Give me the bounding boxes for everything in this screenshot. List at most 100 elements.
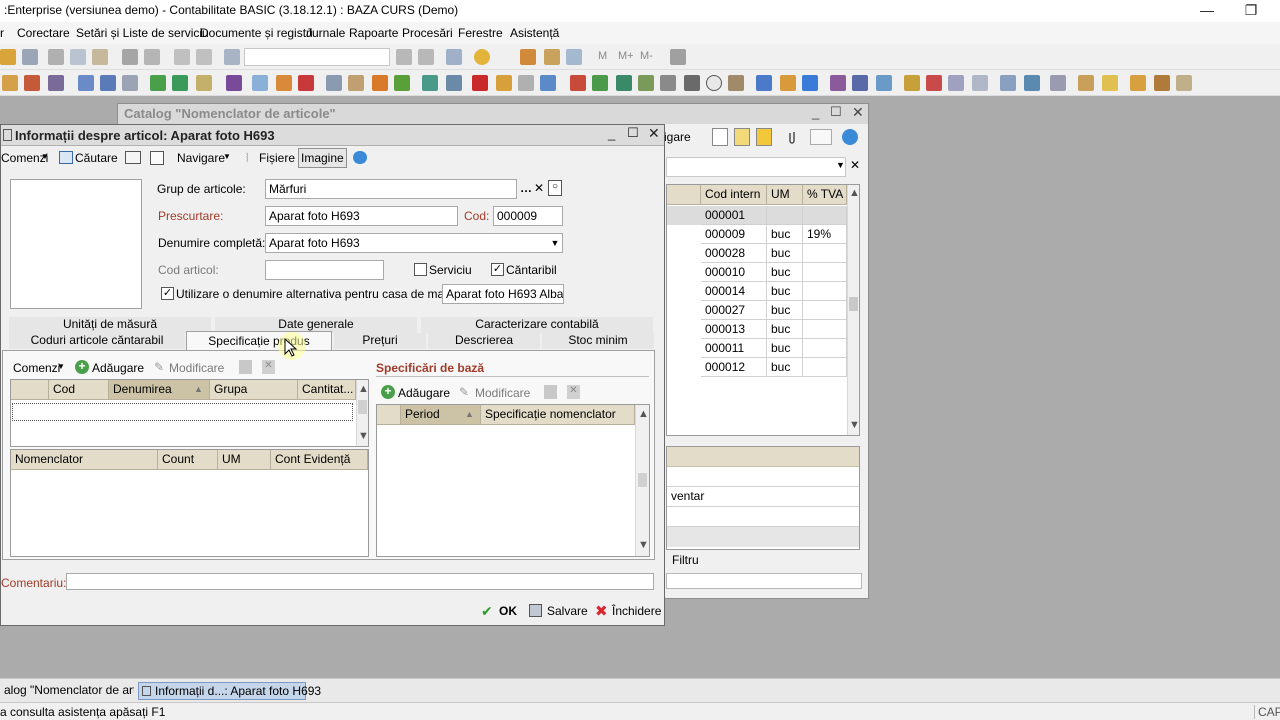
- column-header-count[interactable]: Count: [158, 450, 218, 470]
- catalog-navigate-button[interactable]: igare: [664, 130, 691, 144]
- image-button[interactable]: Imagine: [298, 148, 347, 168]
- copy-icon[interactable]: [70, 49, 86, 65]
- toolbar2-icon-27[interactable]: [638, 75, 654, 91]
- filter-tab[interactable]: Filtru: [672, 553, 699, 567]
- scroll-thumb[interactable]: [638, 473, 647, 487]
- toolbar2-icon-42[interactable]: [1000, 75, 1016, 91]
- right-copy-icon[interactable]: [544, 385, 557, 399]
- memory-plus-button[interactable]: M+: [618, 50, 634, 62]
- help-bubble-icon[interactable]: [842, 129, 858, 145]
- catalog-close-icon[interactable]: ✕: [852, 104, 864, 121]
- column-header-cod[interactable]: Cod: [49, 380, 109, 400]
- left-modify-button[interactable]: Modificare: [169, 361, 224, 375]
- table-row[interactable]: 000001: [667, 206, 847, 225]
- comment-field[interactable]: [66, 573, 654, 590]
- files-button[interactable]: Fișiere: [259, 151, 295, 165]
- memory-m-button[interactable]: M: [598, 50, 607, 62]
- menu-item-r[interactable]: r: [0, 26, 4, 40]
- navigate-menu-button[interactable]: Navigare: [177, 151, 225, 165]
- edit-pencil-icon[interactable]: ✎: [459, 385, 469, 399]
- tab-weighable-codes[interactable]: Coduri articole căntarabil: [9, 333, 185, 349]
- table-row[interactable]: 000012 buc: [667, 358, 847, 377]
- toolbar2-icon-49[interactable]: [1176, 75, 1192, 91]
- tools-icon[interactable]: [670, 49, 686, 65]
- toolbar2-icon-7[interactable]: [150, 75, 166, 91]
- toolbar2-icon-29[interactable]: [684, 75, 700, 91]
- article-code-field[interactable]: [265, 260, 384, 280]
- toolbar2-icon-43[interactable]: [1024, 75, 1040, 91]
- catalog-filter-clear-icon[interactable]: ✕: [850, 158, 860, 172]
- toolbar2-icon-3[interactable]: [48, 75, 64, 91]
- find-icon[interactable]: [224, 49, 240, 65]
- base-spec-scrollbar[interactable]: ▲ ▼: [635, 405, 649, 556]
- toolbar2-icon-1[interactable]: [2, 75, 18, 91]
- table-row[interactable]: 000013 buc: [667, 320, 847, 339]
- full-name-field[interactable]: Aparat foto H693: [265, 233, 563, 253]
- left-copy-icon[interactable]: [239, 360, 252, 374]
- report-icon[interactable]: [810, 129, 832, 145]
- hierarchy-icon[interactable]: [734, 128, 750, 146]
- users-icon[interactable]: [566, 49, 582, 65]
- right-add-button[interactable]: Adăugare: [398, 386, 450, 400]
- alt-name-field[interactable]: Aparat foto H693 Albastru: [442, 284, 564, 304]
- toolbar2-icon-47[interactable]: [1130, 75, 1146, 91]
- toolbar2-icon-9[interactable]: [196, 75, 212, 91]
- table-row[interactable]: 000009 buc 19%: [667, 225, 847, 244]
- code-field[interactable]: 000009: [493, 206, 563, 226]
- tab-accounting[interactable]: Caracterizare contabilă: [421, 317, 653, 333]
- tree-view-icon[interactable]: [712, 128, 728, 146]
- taskbar-item-catalog[interactable]: alog "Nomenclator de arti...: [0, 682, 134, 700]
- column-header-lower-um[interactable]: UM: [218, 450, 271, 470]
- toolbar2-icon-46[interactable]: [1102, 75, 1118, 91]
- toolbar2-icon-12[interactable]: [276, 75, 292, 91]
- left-delete-icon[interactable]: ✕: [262, 360, 275, 374]
- toolbar2-icon-22[interactable]: [518, 75, 534, 91]
- catalog-lower-row[interactable]: ventar: [667, 487, 859, 507]
- scroll-thumb[interactable]: [358, 400, 367, 414]
- catalog-footer-field[interactable]: [666, 573, 862, 589]
- print-preview-icon[interactable]: [144, 49, 160, 65]
- alt-name-checkbox[interactable]: ✓: [161, 287, 174, 300]
- article-dialog-caption[interactable]: Informații despre articol: Aparat foto H…: [1, 125, 664, 146]
- attachment-icon[interactable]: [786, 129, 798, 145]
- full-name-dropdown-icon[interactable]: ▼: [548, 235, 562, 251]
- search-prev-icon[interactable]: [418, 49, 434, 65]
- add-icon[interactable]: +: [381, 385, 395, 399]
- catalog-maximize-icon[interactable]: ☐: [830, 104, 842, 120]
- table-row[interactable]: 000010 buc: [667, 263, 847, 282]
- toolbar2-icon-21[interactable]: [496, 75, 512, 91]
- toolbar2-icon-2[interactable]: [24, 75, 40, 91]
- catalog-grid-scrollbar[interactable]: ▲ ▼: [847, 185, 860, 435]
- menu-item-documente[interactable]: Documente și registri: [200, 26, 313, 40]
- dialog-maximize-icon[interactable]: ☐: [627, 125, 639, 141]
- toolbar2-icon-36[interactable]: [852, 75, 868, 91]
- clock-icon[interactable]: [706, 75, 722, 91]
- menu-item-asistenta[interactable]: Asistență: [510, 26, 559, 40]
- tab-description[interactable]: Descrierea: [428, 333, 540, 349]
- scroll-up-icon[interactable]: ▲: [849, 187, 860, 199]
- right-modify-button[interactable]: Modificare: [475, 386, 530, 400]
- table-row[interactable]: 000014 buc: [667, 282, 847, 301]
- table-row[interactable]: 000027 buc: [667, 301, 847, 320]
- group-browse-icon[interactable]: …: [520, 181, 532, 195]
- refresh-icon[interactable]: [125, 151, 141, 164]
- group-clear-icon[interactable]: ✕: [534, 181, 544, 195]
- scroll-down-icon[interactable]: ▼: [638, 539, 649, 551]
- left-commands-button[interactable]: Comenzi: [13, 361, 60, 375]
- right-delete-icon[interactable]: ✕: [567, 385, 580, 399]
- menu-item-setari[interactable]: Setări și Liste de serviciu: [76, 26, 209, 40]
- paste-icon[interactable]: [92, 49, 108, 65]
- short-name-field[interactable]: Aparat foto H693: [265, 206, 458, 226]
- copy-record-icon[interactable]: [150, 151, 164, 165]
- service-checkbox[interactable]: [414, 263, 427, 276]
- column-header-cantitate[interactable]: Cantitat...: [298, 380, 356, 400]
- group-search-icon[interactable]: ○: [548, 180, 562, 196]
- details-icon[interactable]: [756, 128, 772, 146]
- info-icon[interactable]: [474, 49, 490, 65]
- toolbar2-icon-14[interactable]: [326, 75, 342, 91]
- redo-icon[interactable]: [196, 49, 212, 65]
- ok-button[interactable]: ✔ OK: [479, 603, 519, 621]
- toolbar2-icon-24[interactable]: [570, 75, 586, 91]
- toolbar2-icon-4[interactable]: [78, 75, 94, 91]
- paperclip-icon[interactable]: ⦚: [246, 151, 249, 166]
